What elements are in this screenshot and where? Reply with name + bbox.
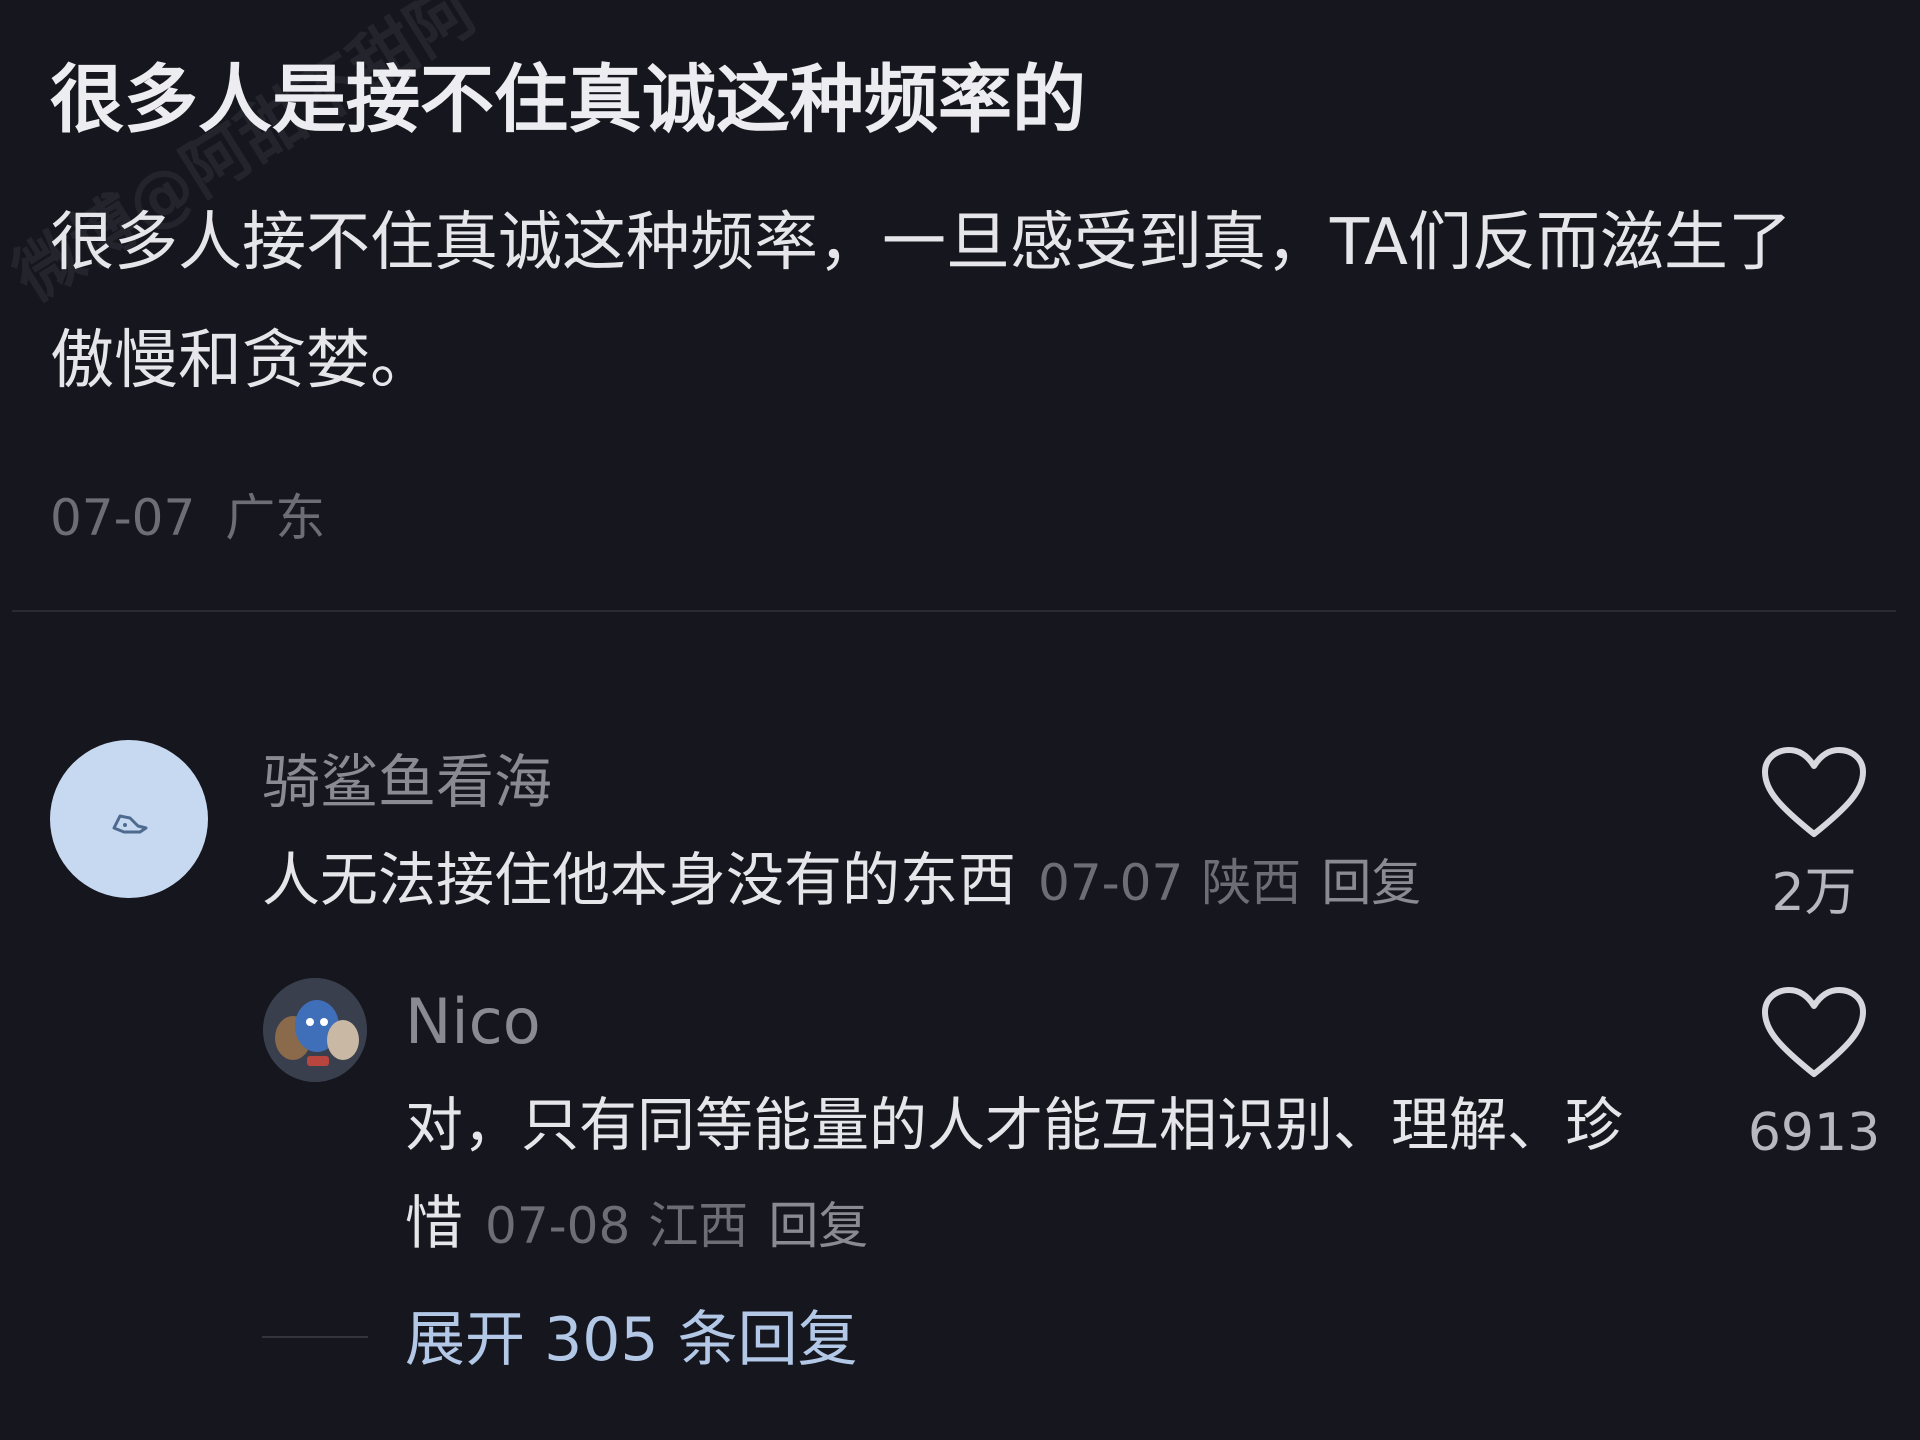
comment-content: 对，只有同等能量的人才能互相识别、理解、珍惜 07-08 江西 回复 (405, 1076, 1645, 1275)
post-location: 广东 (225, 489, 326, 547)
avatar[interactable] (263, 978, 367, 1082)
comment-location: 陕西 (1201, 854, 1302, 912)
post-date: 07-07 (50, 489, 196, 547)
like-button[interactable]: 2万 (1724, 744, 1904, 928)
reply-button[interactable]: 回复 (768, 1197, 868, 1255)
shark-avatar-icon (112, 814, 148, 834)
comment-content: 人无法接住他本身没有的东西 07-07 陕西 回复 (262, 838, 1421, 925)
post-title: 很多人是接不住真诚这种频率的 (50, 57, 1086, 143)
post-meta: 07-07 广东 (50, 480, 325, 556)
plush-avatar-icon (263, 978, 367, 1082)
comment-date: 07-07 (1038, 854, 1184, 912)
heart-outline-icon (1762, 747, 1866, 837)
divider (12, 610, 1896, 612)
comment-username[interactable]: 骑鲨鱼看海 (262, 742, 552, 822)
post-body: 很多人接不住真诚这种频率，一旦感受到真，TA们反而滋生了傲慢和贪婪。 (50, 206, 1792, 398)
reply-button[interactable]: 回复 (1321, 854, 1421, 912)
comment-username[interactable]: Nico (405, 980, 541, 1064)
expand-divider (262, 1336, 368, 1338)
expand-replies-button[interactable]: 展开 305 条回复 (405, 1300, 858, 1380)
like-count: 2万 (1771, 863, 1857, 923)
avatar[interactable] (50, 740, 208, 898)
like-count: 6913 (1747, 1103, 1881, 1163)
heart-outline-icon (1762, 987, 1866, 1077)
comment-location: 江西 (648, 1197, 749, 1255)
comment-text: 人无法接住他本身没有的东西 (262, 846, 1017, 914)
comment-date: 07-08 (485, 1197, 631, 1255)
like-button[interactable]: 6913 (1724, 984, 1904, 1168)
